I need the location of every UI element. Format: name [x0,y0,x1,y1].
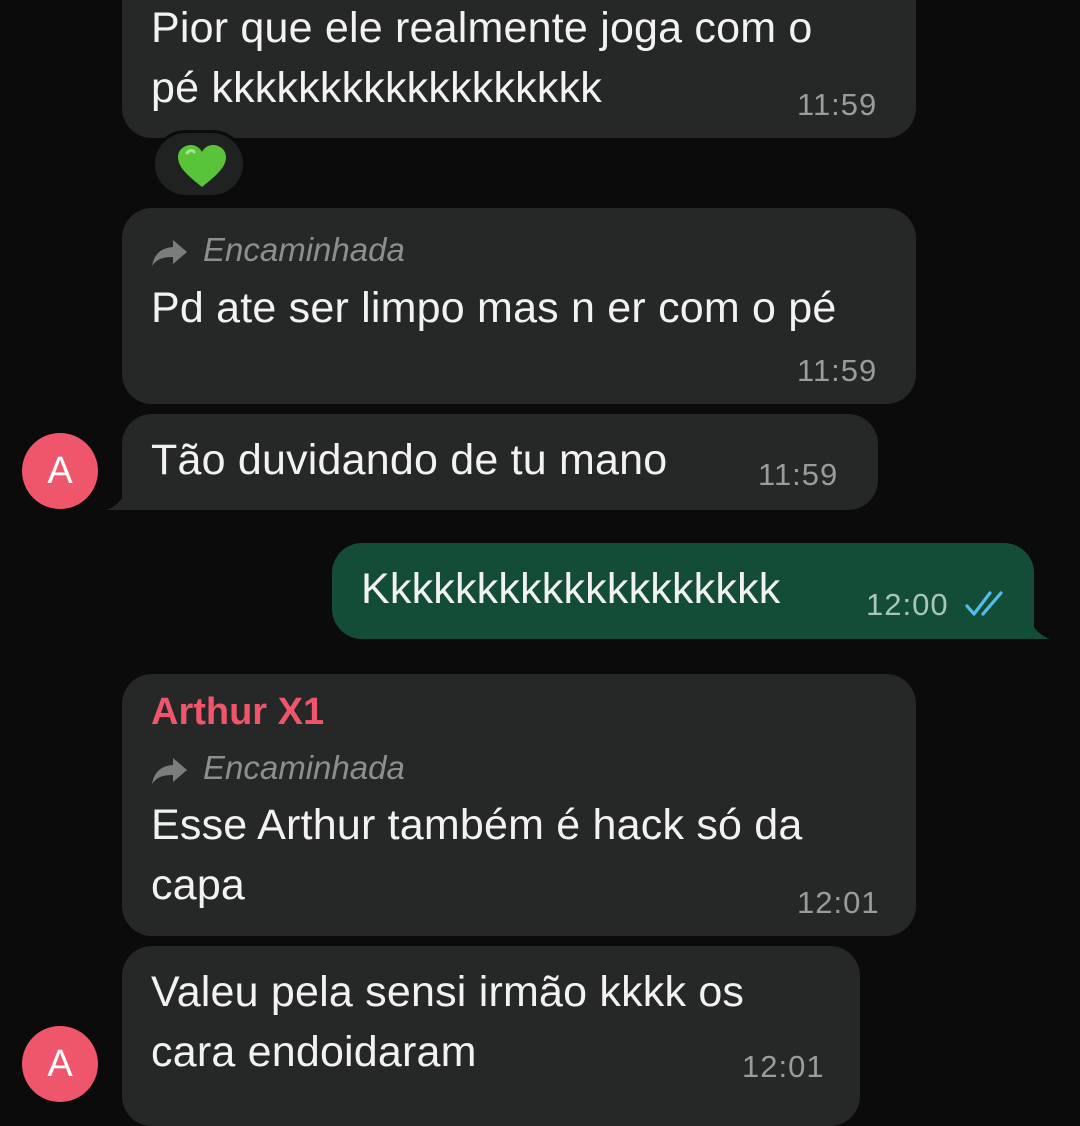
message-bubble-outgoing[interactable]: Kkkkkkkkkkkkkkkkkkk 12:00 [332,543,1034,639]
message-text-line: pé kkkkkkkkkkkkkkkkkk [151,64,602,112]
message-text-line: cara endoidaram [151,1028,477,1076]
forward-arrow-icon [152,240,187,266]
message-bubble-incoming[interactable]: Valeu pela sensi irmão kkkk os cara endo… [122,946,860,1126]
message-time: 12:00 [866,587,949,622]
message-bubble-incoming[interactable]: Encaminhada Pd ate ser limpo mas n er co… [122,208,916,404]
message-text-line: capa [151,861,246,909]
message-time: 11:59 [758,457,839,492]
double-check-icon [965,591,1003,616]
sender-name[interactable]: Arthur X1 [151,689,324,735]
message-reaction[interactable] [152,130,246,198]
message-bubble-incoming[interactable]: Pior que ele realmente joga com o pé kkk… [122,0,916,138]
message-text-line: Tão duvidando de tu mano [151,436,668,484]
message-time: 12:01 [797,885,880,920]
message-text-line: Pd ate ser limpo mas n er com o pé [151,284,837,332]
forward-arrow-icon [152,758,187,784]
message-text-line: Pior que ele realmente joga com o [151,4,813,52]
message-text-line: Esse Arthur também é hack só da [151,801,803,849]
message-text-line: Kkkkkkkkkkkkkkkkkkk [361,565,781,613]
message-text-line: Valeu pela sensi irmão kkkk os [151,968,745,1016]
green-heart-icon [178,145,226,187]
forwarded-label: Encaminhada [203,749,405,786]
message-bubble-incoming[interactable]: Arthur X1 Encaminhada Esse Arthur também… [122,674,916,936]
avatar[interactable]: A [22,1026,98,1102]
message-bubble-incoming[interactable]: Tão duvidando de tu mano 11:59 [122,414,878,510]
message-time: 11:59 [797,87,878,122]
message-time: 11:59 [797,353,878,388]
forwarded-label: Encaminhada [203,231,405,268]
avatar[interactable]: A [22,433,98,509]
